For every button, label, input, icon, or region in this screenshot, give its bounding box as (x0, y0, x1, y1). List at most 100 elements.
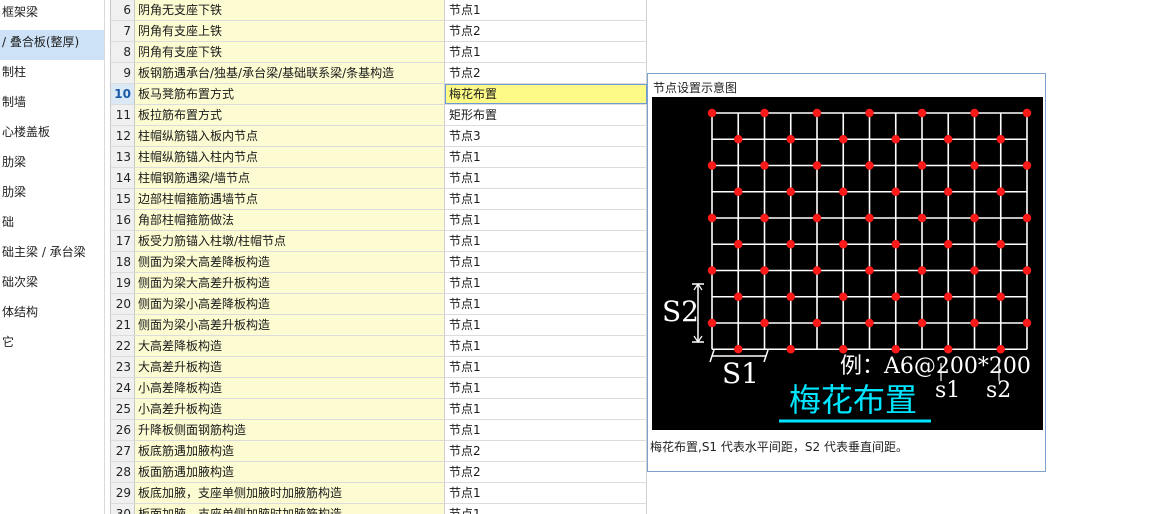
setting-value[interactable]: 节点1 (445, 252, 647, 272)
chair-bar-dot (1022, 108, 1032, 118)
table-row[interactable]: 28 板面筋遇加腋构造 节点2 (111, 462, 647, 483)
setting-name: 侧面为梁大高差降板构造 (135, 252, 445, 272)
chair-bar-dot (944, 187, 953, 196)
table-row[interactable]: 11 板拉筋布置方式 矩形布置 (111, 105, 647, 126)
sidebar-item[interactable]: 础 (0, 210, 104, 240)
row-number: 12 (111, 126, 135, 146)
sidebar-item[interactable]: 础次梁 (0, 270, 104, 300)
setting-value[interactable]: 节点2 (445, 462, 647, 482)
table-row[interactable]: 19 侧面为梁大高差升板构造 节点1 (111, 273, 647, 294)
setting-value[interactable]: 节点1 (445, 315, 647, 335)
chair-bar-dot (707, 161, 717, 170)
table-row[interactable]: 23 大高差升板构造 节点1 (111, 357, 647, 378)
sidebar-item[interactable]: 它 (0, 330, 104, 360)
row-number: 25 (111, 399, 135, 419)
table-row[interactable]: 14 柱帽钢筋遇梁/墙节点 节点1 (111, 168, 647, 189)
setting-value[interactable]: 节点2 (445, 63, 647, 83)
chair-bar-dot (786, 345, 795, 354)
setting-value[interactable]: 节点3 (445, 126, 647, 146)
chair-bar-dot (970, 213, 979, 223)
setting-value[interactable]: 节点1 (445, 210, 647, 230)
setting-value[interactable]: 节点2 (445, 441, 647, 461)
sidebar-item[interactable]: 肋梁 (0, 150, 104, 180)
table-row[interactable]: 17 板受力筋锚入柱墩/柱帽节点 节点1 (111, 231, 647, 252)
chair-bar-dot (917, 161, 927, 170)
sidebar-item[interactable]: 础主梁 / 承台梁 (0, 240, 104, 270)
table-row[interactable]: 10 板马凳筋布置方式 梅花布置 (111, 84, 647, 105)
setting-value[interactable]: 节点1 (445, 378, 647, 398)
setting-name: 板拉筋布置方式 (135, 105, 445, 125)
row-number: 6 (111, 0, 135, 20)
chair-bar-dot (865, 266, 874, 275)
table-row[interactable]: 18 侧面为梁大高差降板构造 节点1 (111, 252, 647, 273)
setting-value[interactable]: 节点1 (445, 399, 647, 419)
s1-sub-label: s1 (935, 378, 960, 403)
chair-bar-dot (917, 213, 927, 223)
table-row[interactable]: 22 大高差降板构造 节点1 (111, 336, 647, 357)
table-row[interactable]: 12 柱帽纵筋锚入板内节点 节点3 (111, 126, 647, 147)
table-row[interactable]: 16 角部柱帽箍筋做法 节点1 (111, 210, 647, 231)
chair-bar-dot (865, 213, 874, 223)
setting-value[interactable]: 节点1 (445, 0, 647, 20)
setting-value[interactable]: 节点1 (445, 147, 647, 167)
table-row[interactable]: 30 板面加腋，支座单侧加腋时加腋筋构造 节点1 (111, 504, 647, 514)
setting-value[interactable]: 梅花布置 (445, 84, 647, 104)
sidebar-item[interactable]: 制墙 (0, 90, 104, 120)
table-row[interactable]: 24 小高差降板构造 节点1 (111, 378, 647, 399)
sidebar-item[interactable]: 制柱 (0, 60, 104, 90)
table-row[interactable]: 9 板钢筋遇承台/独基/承台梁/基础联系梁/条基构造 节点2 (111, 63, 647, 84)
table-row[interactable]: 27 板底筋遇加腋构造 节点2 (111, 441, 647, 462)
row-number: 28 (111, 462, 135, 482)
setting-value[interactable]: 节点1 (445, 357, 647, 377)
preview-description: 梅花布置,S1 代表水平间距，S2 代表垂直间距。 (650, 440, 908, 454)
setting-value[interactable]: 节点2 (445, 21, 647, 41)
setting-value[interactable]: 节点1 (445, 420, 647, 440)
table-row[interactable]: 26 升降板侧面钢筋构造 节点1 (111, 420, 647, 441)
sidebar-item[interactable]: 框架梁 (0, 0, 104, 30)
chair-bar-dot (996, 135, 1005, 144)
setting-value[interactable]: 节点1 (445, 336, 647, 356)
table-row[interactable]: 8 阴角有支座下铁 节点1 (111, 42, 647, 63)
chair-bar-dot (891, 240, 900, 249)
chair-bar-dot (812, 108, 822, 118)
chair-bar-dot (891, 292, 900, 301)
chair-bar-dot (786, 135, 795, 144)
chair-bar-dot (734, 345, 743, 354)
table-row[interactable]: 13 柱帽纵筋锚入柱内节点 节点1 (111, 147, 647, 168)
chair-bar-dot (996, 345, 1005, 354)
table-row[interactable]: 7 阴角有支座上铁 节点2 (111, 21, 647, 42)
table-row[interactable]: 15 边部柱帽箍筋遇墙节点 节点1 (111, 189, 647, 210)
preview-title: 节点设置示意图 (653, 81, 738, 95)
row-number: 22 (111, 336, 135, 356)
preview-diagram: S2 S1 例：A6@200*200 s1 s2 梅花布置 (652, 97, 1043, 430)
chair-bar-dot (839, 135, 848, 144)
setting-value[interactable]: 节点1 (445, 168, 647, 188)
setting-value[interactable]: 矩形布置 (445, 105, 647, 125)
sidebar-item[interactable]: 肋梁 (0, 180, 104, 210)
chair-bar-dot (891, 187, 900, 196)
row-number: 11 (111, 105, 135, 125)
setting-value[interactable]: 节点1 (445, 273, 647, 293)
setting-value[interactable]: 节点1 (445, 294, 647, 314)
chair-bar-dot (760, 213, 769, 223)
row-number: 16 (111, 210, 135, 230)
row-number: 19 (111, 273, 135, 293)
chair-bar-dot (917, 266, 927, 275)
table-row[interactable]: 6 阴角无支座下铁 节点1 (111, 0, 647, 21)
sidebar-item[interactable]: / 叠合板(整厚) (0, 30, 104, 60)
setting-value[interactable]: 节点1 (445, 189, 647, 209)
chair-bar-dot (996, 292, 1005, 301)
setting-value[interactable]: 节点1 (445, 504, 647, 514)
sidebar-item[interactable]: 体结构 (0, 300, 104, 330)
setting-name: 阴角无支座下铁 (135, 0, 445, 20)
table-row[interactable]: 21 侧面为梁小高差升板构造 节点1 (111, 315, 647, 336)
setting-value[interactable]: 节点1 (445, 42, 647, 62)
table-row[interactable]: 25 小高差升板构造 节点1 (111, 399, 647, 420)
table-row[interactable]: 29 板底加腋，支座单侧加腋时加腋筋构造 节点1 (111, 483, 647, 504)
chair-bar-dot (944, 345, 953, 354)
setting-value[interactable]: 节点1 (445, 483, 647, 503)
setting-value[interactable]: 节点1 (445, 231, 647, 251)
chair-bar-dot (865, 161, 874, 170)
sidebar-item[interactable]: 心楼盖板 (0, 120, 104, 150)
table-row[interactable]: 20 侧面为梁小高差降板构造 节点1 (111, 294, 647, 315)
